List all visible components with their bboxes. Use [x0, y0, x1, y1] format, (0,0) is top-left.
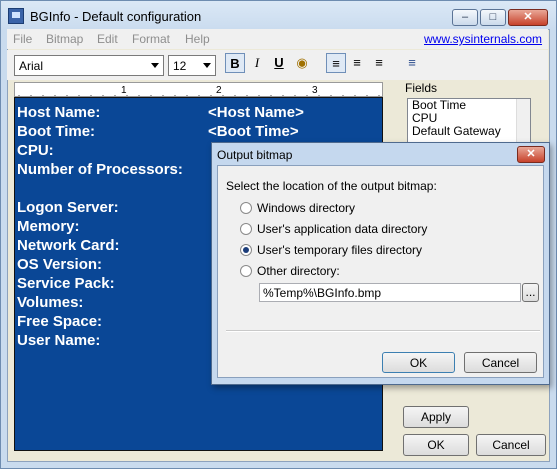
bold-button[interactable]: B — [225, 53, 245, 73]
menu-help[interactable]: Help — [185, 32, 210, 46]
radio-label-other-directory[interactable]: Other directory: — [257, 264, 340, 278]
editor-label-network-card: Network Card: — [17, 237, 120, 254]
radio-other-directory[interactable] — [240, 265, 252, 277]
editor-label-cpu: CPU: — [17, 142, 54, 159]
text-color-icon[interactable]: ◉ — [292, 53, 312, 73]
chevron-down-icon — [203, 63, 211, 68]
editor-label-processors: Number of Processors: — [17, 161, 183, 178]
other-directory-path-input[interactable]: %Temp%\BGInfo.bmp — [259, 283, 521, 302]
radio-windows-directory[interactable] — [240, 202, 252, 214]
fields-label: Fields — [405, 81, 438, 95]
font-size-select[interactable]: 12 — [168, 55, 216, 76]
font-select-value: Arial — [19, 59, 44, 73]
close-button[interactable]: ✕ — [508, 9, 548, 26]
maximize-button[interactable]: □ — [480, 9, 506, 26]
dialog-cancel-button[interactable]: Cancel — [464, 352, 537, 373]
align-left-button[interactable]: ≡ — [326, 53, 346, 73]
sysinternals-link[interactable]: www.sysinternals.com — [424, 32, 542, 46]
dialog-close-button[interactable]: ✕ — [517, 146, 545, 163]
dialog-prompt: Select the location of the output bitmap… — [226, 179, 437, 193]
ruler: 1 2 3 — [14, 82, 383, 97]
radio-label-temp-directory[interactable]: User's temporary files directory — [257, 243, 422, 257]
menu-bitmap[interactable]: Bitmap — [46, 32, 83, 46]
align-right-button[interactable]: ≡ — [369, 53, 389, 73]
svg-text:3: 3 — [312, 85, 318, 96]
font-select[interactable]: Arial — [14, 55, 164, 76]
fields-scrollbar[interactable] — [516, 99, 530, 143]
editor-label-os-version: OS Version: — [17, 256, 103, 273]
radio-label-app-data-directory[interactable]: User's application data directory — [257, 222, 427, 236]
window-title: BGInfo - Default configuration — [30, 9, 202, 24]
editor-label-service-pack: Service Pack: — [17, 275, 115, 292]
editor-label-boot-time: Boot Time: — [17, 123, 96, 140]
dialog-title: Output bitmap — [217, 148, 293, 162]
menu-format[interactable]: Format — [132, 32, 170, 46]
editor-value-host-name: <Host Name> — [208, 104, 304, 121]
chevron-down-icon — [151, 63, 159, 68]
radio-label-windows-directory[interactable]: Windows directory — [257, 201, 355, 215]
underline-button[interactable]: U — [269, 53, 289, 73]
bullet-list-button[interactable]: ≡ — [402, 53, 422, 73]
cancel-button[interactable]: Cancel — [476, 434, 546, 456]
fields-list[interactable]: Boot Time CPU Default Gateway — [407, 98, 531, 144]
align-center-button[interactable]: ≡ — [347, 53, 367, 73]
italic-button[interactable]: I — [247, 53, 267, 73]
editor-label-host-name: Host Name: — [17, 104, 101, 121]
ok-button[interactable]: OK — [403, 434, 469, 456]
editor-label-memory: Memory: — [17, 218, 80, 235]
minimize-button[interactable]: – — [452, 9, 478, 26]
font-size-value: 12 — [173, 59, 187, 73]
svg-text:1: 1 — [121, 85, 127, 96]
dialog-ok-button[interactable]: OK — [382, 352, 455, 373]
bginfo-app-icon — [8, 8, 24, 24]
browse-button[interactable]: ... — [522, 283, 539, 302]
dialog-divider — [226, 330, 540, 332]
radio-app-data-directory[interactable] — [240, 223, 252, 235]
menu-file[interactable]: File — [13, 32, 32, 46]
editor-value-boot-time: <Boot Time> — [208, 123, 299, 140]
ruler-ticks: 1 2 3 — [18, 85, 380, 96]
editor-label-user-name: User Name: — [17, 332, 101, 349]
editor-label-free-space: Free Space: — [17, 313, 103, 330]
radio-temp-directory[interactable] — [240, 244, 252, 256]
list-item[interactable]: Default Gateway — [408, 125, 530, 138]
editor-label-logon-server: Logon Server: — [17, 199, 119, 216]
editor-label-volumes: Volumes: — [17, 294, 84, 311]
svg-text:2: 2 — [216, 85, 222, 96]
apply-button[interactable]: Apply — [403, 406, 469, 428]
menu-edit[interactable]: Edit — [97, 32, 118, 46]
